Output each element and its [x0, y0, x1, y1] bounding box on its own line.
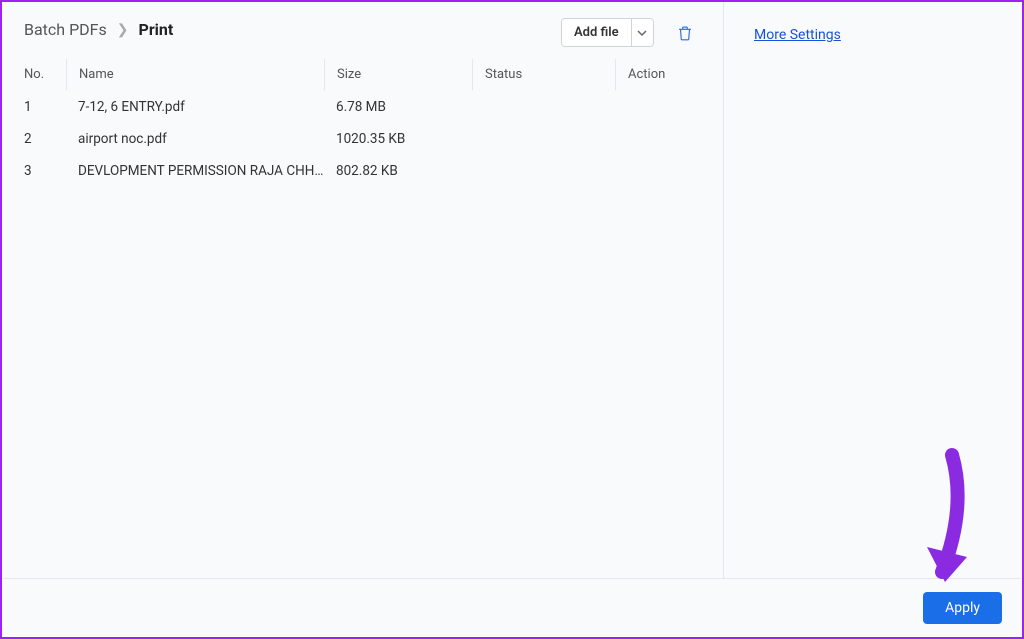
cell-col-no: 2 — [24, 131, 66, 147]
cell-col-size: 1020.35 KB — [324, 131, 472, 147]
chevron-right-icon: ❯ — [117, 22, 129, 38]
more-settings-link[interactable]: More Settings — [754, 27, 841, 43]
table-body: 17-12, 6 ENTRY.pdf6.78 MB2airport noc.pd… — [2, 91, 723, 187]
cell-col-size: 6.78 MB — [324, 99, 472, 115]
trash-icon — [676, 24, 694, 42]
table-header: No. Name Size Status Action — [2, 59, 723, 91]
col-header-name: Name — [66, 59, 324, 90]
table-row[interactable]: 2airport noc.pdf1020.35 KB — [24, 123, 701, 155]
col-header-status: Status — [472, 59, 615, 90]
add-file-button-group: Add file — [561, 18, 654, 47]
cell-col-name: 7-12, 6 ENTRY.pdf — [66, 99, 324, 115]
cell-col-name: airport noc.pdf — [66, 131, 324, 147]
col-header-size: Size — [324, 59, 472, 90]
add-file-dropdown[interactable] — [631, 19, 653, 46]
table-row[interactable]: 17-12, 6 ENTRY.pdf6.78 MB — [24, 91, 701, 123]
footer: Apply — [4, 578, 1020, 637]
cell-col-no: 3 — [24, 163, 66, 179]
breadcrumb-parent[interactable]: Batch PDFs — [24, 20, 107, 39]
breadcrumb-current: Print — [139, 20, 174, 39]
cell-col-no: 1 — [24, 99, 66, 115]
chevron-down-icon — [637, 28, 647, 38]
col-header-no: No. — [24, 59, 66, 90]
cell-col-name: DEVLOPMENT PERMISSION RAJA CHHIT... — [66, 163, 324, 179]
table-row[interactable]: 3DEVLOPMENT PERMISSION RAJA CHHIT...802.… — [24, 155, 701, 187]
add-file-button[interactable]: Add file — [562, 19, 631, 46]
cell-col-size: 802.82 KB — [324, 163, 472, 179]
delete-button[interactable] — [676, 24, 694, 42]
col-header-action: Action — [615, 59, 701, 90]
apply-button[interactable]: Apply — [923, 592, 1002, 624]
